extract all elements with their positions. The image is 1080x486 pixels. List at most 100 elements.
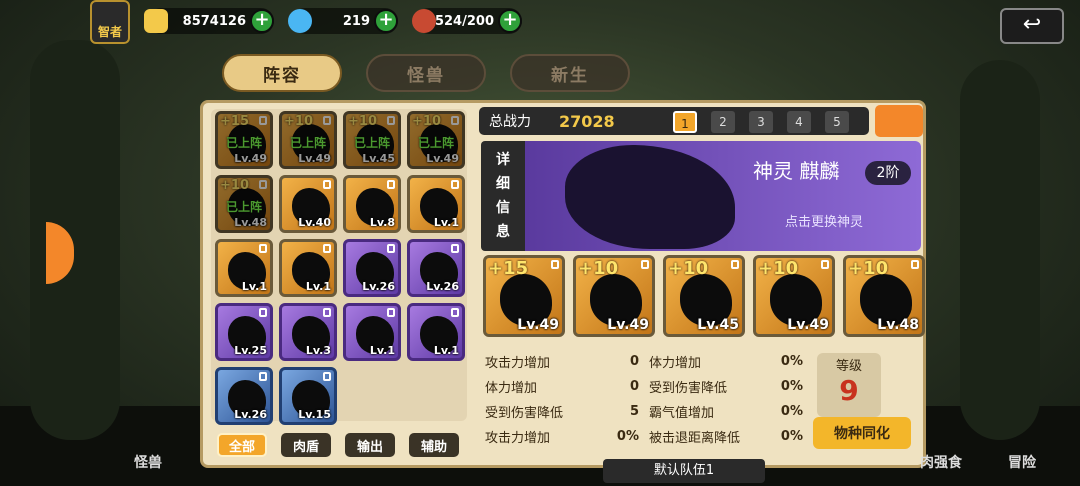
upgrade-plus: +15 — [488, 258, 529, 279]
nav-adventure[interactable]: 冒险 — [1008, 452, 1036, 472]
roster-monster-card[interactable]: Lv.40 — [279, 175, 337, 233]
detail-label-char: 息 — [496, 224, 510, 240]
stat-name: 被击退距离降低 — [649, 430, 741, 446]
upgrade-plus: +10 — [412, 114, 441, 129]
roster-monster-card[interactable]: Lv.26 — [343, 239, 401, 297]
monster-level: Lv.45 — [362, 152, 395, 165]
team-name-label[interactable]: 默认队伍1 — [603, 459, 765, 483]
team-page-4[interactable]: 4 — [787, 111, 811, 133]
lock-icon — [451, 244, 459, 253]
roster-monster-card[interactable]: Lv.25 — [215, 303, 273, 361]
roster-monster-card[interactable]: Lv.1 — [215, 239, 273, 297]
roster-monster-card[interactable]: +10 已上阵 Lv.49 — [407, 111, 465, 169]
roster-monster-card[interactable]: Lv.8 — [343, 175, 401, 233]
spirit-rank: 2阶 — [865, 161, 911, 185]
stat-row: 体力增加 0 — [485, 374, 639, 398]
stat-value: 0 — [629, 378, 639, 394]
team-page-3[interactable]: 3 — [749, 111, 773, 133]
monster-level: Lv.15 — [298, 408, 331, 421]
team-page-1[interactable]: 1 — [673, 111, 697, 133]
roster-monster-card[interactable]: Lv.1 — [343, 303, 401, 361]
team-page-2[interactable]: 2 — [711, 111, 735, 133]
lock-icon — [551, 260, 559, 269]
tab-lineup[interactable]: 阵容 — [222, 54, 342, 92]
roster-monster-card[interactable]: Lv.15 — [279, 367, 337, 425]
detail-label-char: 详 — [496, 152, 510, 168]
stat-row: 受到伤害降低 0% — [649, 374, 803, 398]
stat-row: 霸气值增加 0% — [649, 399, 803, 423]
filter-support[interactable]: 辅助 — [409, 433, 459, 457]
monster-level: Lv.49 — [607, 317, 649, 333]
nav-monsters[interactable]: 怪兽 — [134, 452, 162, 472]
lock-icon — [323, 372, 331, 381]
spirit-banner[interactable]: 神灵 麒麟 2阶 点击更换神灵 — [525, 141, 921, 251]
team-slot-card[interactable]: +10 Lv.49 — [573, 255, 655, 337]
lock-icon — [451, 180, 459, 189]
add-gold-button[interactable]: + — [250, 9, 274, 33]
lock-icon — [451, 116, 459, 125]
lock-icon — [387, 244, 395, 253]
roster-monster-card[interactable]: +10 已上阵 Lv.45 — [343, 111, 401, 169]
stat-name: 受到伤害降低 — [649, 380, 728, 396]
detail-label-char: 信 — [496, 200, 510, 216]
monster-level: Lv.48 — [234, 216, 267, 229]
roster-monster-card[interactable]: Lv.1 — [279, 239, 337, 297]
filter-tank[interactable]: 肉盾 — [281, 433, 331, 457]
lock-icon — [387, 180, 395, 189]
team-slot-card[interactable]: +15 Lv.49 — [483, 255, 565, 337]
nav-survival[interactable]: 肉强食 — [920, 452, 962, 472]
lock-icon — [911, 260, 919, 269]
stat-row: 攻击力增加 0% — [485, 424, 639, 448]
stat-value: 0 — [629, 353, 639, 369]
swap-team-button[interactable] — [875, 105, 923, 137]
filter-damage[interactable]: 输出 — [345, 433, 395, 457]
add-gem-button[interactable]: + — [374, 9, 398, 33]
roster-monster-card[interactable]: Lv.26 — [407, 239, 465, 297]
monster-level: Lv.3 — [305, 344, 331, 357]
lock-icon — [451, 308, 459, 317]
stat-row: 体力增加 0% — [649, 349, 803, 373]
roster-monster-card[interactable]: +10 已上阵 Lv.49 — [279, 111, 337, 169]
tab-rebirth[interactable]: 新生 — [510, 54, 630, 92]
back-button[interactable]: ↩ — [1000, 8, 1064, 44]
lock-icon — [323, 116, 331, 125]
monster-level: Lv.49 — [234, 152, 267, 165]
roster-monster-card[interactable]: Lv.3 — [279, 303, 337, 361]
upgrade-plus: +10 — [578, 258, 619, 279]
roster-monster-card[interactable]: +10 已上阵 Lv.48 — [215, 175, 273, 233]
team-name: 默认队伍1 — [653, 463, 715, 478]
tab-monsters[interactable]: 怪兽 — [366, 54, 486, 92]
add-food-button[interactable]: + — [498, 9, 522, 33]
monster-level: Lv.48 — [877, 317, 919, 333]
stat-row: 攻击力增加 0 — [485, 349, 639, 373]
detail-info-tab[interactable]: 详 细 信 息 — [481, 141, 525, 251]
monster-level: Lv.1 — [369, 344, 395, 357]
monster-level: Lv.26 — [426, 280, 459, 293]
monster-level: Lv.1 — [241, 280, 267, 293]
team-stats: 攻击力增加 0 体力增加 0 受到伤害降低 5 攻击力增加 0% 体力增加 0% 受到伤害… — [485, 349, 811, 453]
roster-monster-card[interactable]: Lv.1 — [407, 175, 465, 233]
deployed-tag: 已上阵 — [225, 136, 262, 150]
stat-name: 体力增加 — [485, 380, 538, 396]
stat-name: 体力增加 — [649, 355, 702, 371]
stat-value: 0% — [780, 353, 803, 369]
qilin-portrait — [565, 145, 735, 249]
team-slot-card[interactable]: +10 Lv.45 — [663, 255, 745, 337]
team-slot-card[interactable]: +10 Lv.49 — [753, 255, 835, 337]
rank-badge[interactable]: 智者 — [90, 0, 130, 44]
team-slot-card[interactable]: +10 Lv.48 — [843, 255, 925, 337]
monster-level: Lv.40 — [298, 216, 331, 229]
power-value: 27028 — [559, 111, 615, 131]
upgrade-plus: +10 — [348, 114, 377, 129]
stat-row: 受到伤害降低 5 — [485, 399, 639, 423]
species-sync-button[interactable]: 物种同化 — [813, 417, 911, 449]
lock-icon — [259, 116, 267, 125]
team-page-5[interactable]: 5 — [825, 111, 849, 133]
roster-monster-card[interactable]: +15 已上阵 Lv.49 — [215, 111, 273, 169]
deployed-tag: 已上阵 — [417, 136, 454, 150]
stat-name: 攻击力增加 — [485, 355, 551, 371]
roster-monster-card[interactable]: Lv.1 — [407, 303, 465, 361]
roster-monster-card[interactable]: Lv.26 — [215, 367, 273, 425]
filter-all[interactable]: 全部 — [217, 433, 267, 457]
lock-icon — [323, 308, 331, 317]
